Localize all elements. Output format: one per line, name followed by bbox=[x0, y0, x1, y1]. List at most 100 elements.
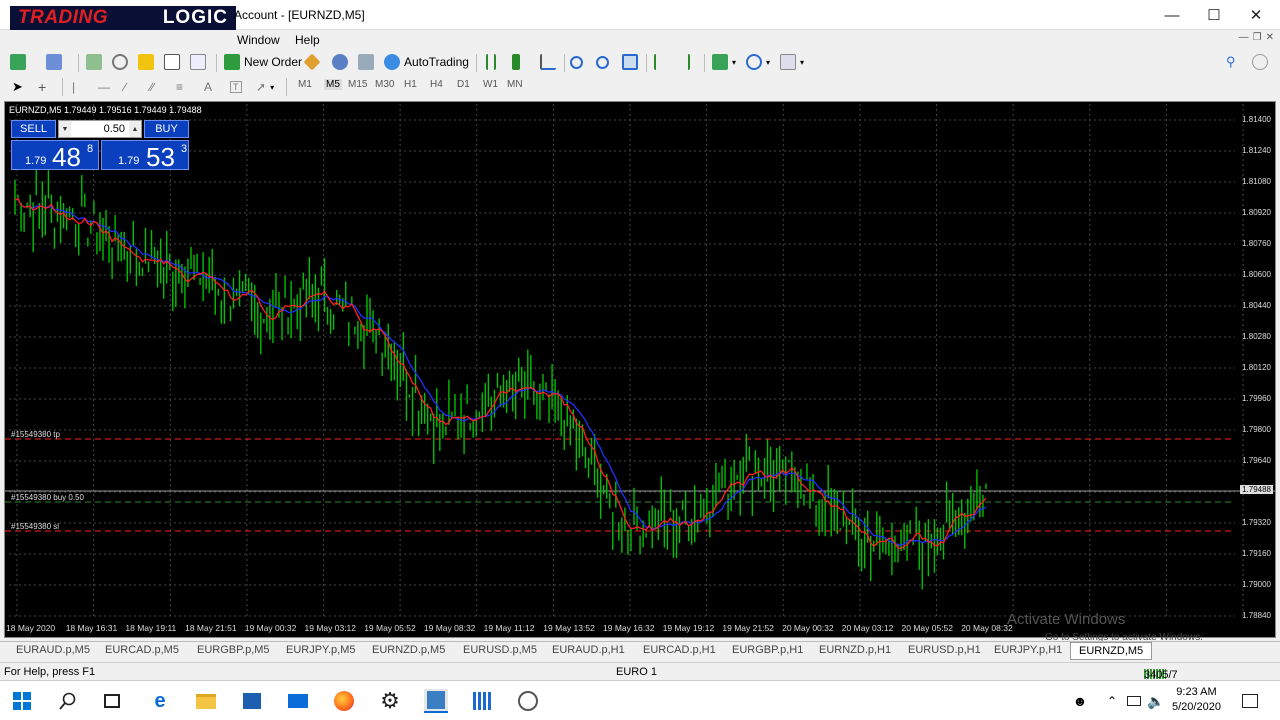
arrows-tool[interactable]: ➚ ▾ bbox=[256, 77, 274, 97]
show-hidden-icons-button[interactable]: ⌃ bbox=[1102, 689, 1122, 713]
chart-tab[interactable]: EURCAD.p,M5 bbox=[105, 644, 179, 656]
trendline-tool[interactable]: ∕ bbox=[124, 77, 126, 97]
chart-tab[interactable]: EURGBP.p,H1 bbox=[732, 644, 803, 656]
close-button[interactable]: ✕ bbox=[1236, 2, 1276, 28]
horizontal-line-tool[interactable]: — bbox=[98, 77, 110, 97]
store-button[interactable] bbox=[240, 689, 264, 713]
bar-chart-button[interactable] bbox=[486, 52, 496, 72]
chart-tab[interactable]: EURCAD.p,H1 bbox=[643, 644, 716, 656]
cursor-tool[interactable]: ➤ bbox=[12, 77, 23, 97]
lot-decrease-icon[interactable]: ▼ bbox=[59, 121, 71, 137]
buy-button[interactable]: BUY bbox=[144, 120, 189, 138]
price-chart[interactable] bbox=[5, 102, 1275, 637]
sell-button[interactable]: SELL bbox=[11, 120, 56, 138]
time-axis-label: 18 May 21:51 bbox=[185, 623, 237, 633]
market-watch-button[interactable] bbox=[86, 52, 102, 72]
chart-tab[interactable]: EURUSD.p,M5 bbox=[463, 644, 537, 656]
timeframe-h4[interactable]: H4 bbox=[430, 79, 443, 90]
timeframe-d1[interactable]: D1 bbox=[457, 79, 470, 90]
people-button[interactable]: ☻ bbox=[1068, 689, 1092, 713]
buy-price-box[interactable]: 1.79 53 3 bbox=[101, 140, 189, 172]
menu-window[interactable]: Window bbox=[237, 33, 280, 47]
volume-button[interactable]: 🔈 bbox=[1146, 689, 1166, 713]
start-button[interactable] bbox=[10, 689, 34, 713]
chart-tab[interactable]: EURJPY.p,H1 bbox=[994, 644, 1062, 656]
tile-windows-button[interactable] bbox=[622, 52, 638, 72]
separator bbox=[646, 54, 647, 72]
zoom-in-button[interactable] bbox=[570, 52, 583, 72]
chart-tab[interactable]: EURNZD,M5 bbox=[1070, 642, 1153, 660]
timeframe-m15[interactable]: M15 bbox=[348, 79, 367, 90]
timeframe-w1[interactable]: W1 bbox=[483, 79, 498, 90]
signals-button[interactable] bbox=[332, 52, 348, 72]
chart-tab[interactable]: EURNZD.p,M5 bbox=[372, 644, 445, 656]
mdi-minimize-icon[interactable]: — bbox=[1239, 32, 1249, 43]
maximize-button[interactable]: ☐ bbox=[1194, 2, 1234, 28]
firefox-icon bbox=[334, 691, 354, 711]
text-tool[interactable]: A bbox=[204, 77, 212, 97]
firefox-button[interactable] bbox=[332, 689, 356, 713]
chart-window[interactable]: EURNZD,M5 1.79449 1.79516 1.79449 1.7948… bbox=[4, 101, 1276, 696]
chart-tab[interactable]: EURJPY.p,M5 bbox=[286, 644, 356, 656]
sell-price-box[interactable]: 1.79 48 8 bbox=[11, 140, 99, 172]
volume-icon: 🔈 bbox=[1147, 692, 1165, 709]
autoscroll-button[interactable] bbox=[654, 52, 664, 72]
action-center-button[interactable] bbox=[1238, 689, 1262, 713]
templates-button[interactable]: ▾ bbox=[780, 52, 804, 72]
autotrading-button[interactable]: AutoTrading bbox=[384, 52, 469, 72]
task-view-button[interactable] bbox=[100, 689, 124, 713]
metaeditor-button[interactable] bbox=[303, 52, 321, 72]
periods-button[interactable]: ▾ bbox=[746, 52, 770, 72]
status-bar: For Help, press F1 EURO 1 3405/7 kb bbox=[0, 662, 1280, 693]
new-order-button[interactable]: New Order bbox=[224, 52, 302, 72]
search-button[interactable] bbox=[56, 689, 80, 713]
line-chart-button[interactable] bbox=[540, 52, 556, 72]
new-chart-button[interactable] bbox=[10, 52, 26, 72]
chrome-button[interactable] bbox=[516, 689, 540, 713]
timeframe-m5[interactable]: M5 bbox=[324, 79, 342, 90]
timeframe-h1[interactable]: H1 bbox=[404, 79, 417, 90]
metatrader-button[interactable] bbox=[424, 689, 448, 713]
chart-shift-button[interactable] bbox=[680, 52, 690, 72]
text-label-tool[interactable]: T bbox=[230, 77, 242, 97]
lot-size-stepper[interactable]: ▼ 0.50 ▲ bbox=[58, 120, 142, 138]
search-button[interactable]: ⚲ bbox=[1226, 52, 1236, 72]
indicators-button[interactable]: ▾ bbox=[712, 52, 736, 72]
chart-tab[interactable]: EURNZD.p,H1 bbox=[819, 644, 891, 656]
app-button[interactable] bbox=[470, 689, 494, 713]
fibonacci-tool[interactable]: ≡ bbox=[176, 77, 183, 97]
candlestick-button[interactable] bbox=[512, 52, 520, 72]
lot-increase-icon[interactable]: ▲ bbox=[129, 121, 141, 137]
chart-tab[interactable]: EURGBP.p,M5 bbox=[197, 644, 270, 656]
chart-tab[interactable]: EURAUD.p,H1 bbox=[552, 644, 625, 656]
system-clock[interactable]: 9:23 AM 5/20/2020 bbox=[1172, 685, 1221, 715]
mdi-restore-icon[interactable]: ❐ bbox=[1253, 32, 1262, 43]
zoom-out-button[interactable] bbox=[596, 52, 609, 72]
file-explorer-button[interactable] bbox=[194, 689, 218, 713]
timeframe-m30[interactable]: M30 bbox=[375, 79, 394, 90]
data-window-button[interactable] bbox=[112, 52, 128, 72]
mdi-close-icon[interactable]: ✕ bbox=[1266, 32, 1274, 43]
navigator-button[interactable] bbox=[138, 52, 154, 72]
minimize-button[interactable]: — bbox=[1152, 2, 1192, 28]
menu-help[interactable]: Help bbox=[295, 33, 320, 47]
timeframe-m1[interactable]: M1 bbox=[298, 79, 312, 90]
settings-button[interactable]: ⚙ bbox=[378, 688, 402, 713]
mail-button[interactable] bbox=[286, 689, 310, 713]
network-button[interactable] bbox=[1124, 689, 1144, 713]
terminal-button[interactable] bbox=[164, 52, 180, 72]
chat-button[interactable] bbox=[1252, 52, 1268, 72]
timeframe-mn[interactable]: MN bbox=[507, 79, 523, 90]
crosshair-tool[interactable]: + bbox=[38, 77, 46, 97]
buy-order-label: #15549380 buy 0.50 bbox=[11, 493, 84, 502]
channel-tool[interactable]: ∕∕ bbox=[150, 77, 154, 97]
lot-size-value[interactable]: 0.50 bbox=[71, 123, 129, 135]
chart-tab[interactable]: EURAUD.p,M5 bbox=[16, 644, 90, 656]
edge-button[interactable]: e bbox=[148, 689, 172, 713]
profiles-button[interactable] bbox=[46, 52, 62, 72]
tester-button[interactable] bbox=[190, 52, 206, 72]
mail-icon bbox=[288, 694, 308, 708]
vertical-line-tool[interactable]: | bbox=[72, 77, 75, 97]
market-button[interactable] bbox=[358, 52, 374, 72]
chart-tab[interactable]: EURUSD.p,H1 bbox=[908, 644, 981, 656]
